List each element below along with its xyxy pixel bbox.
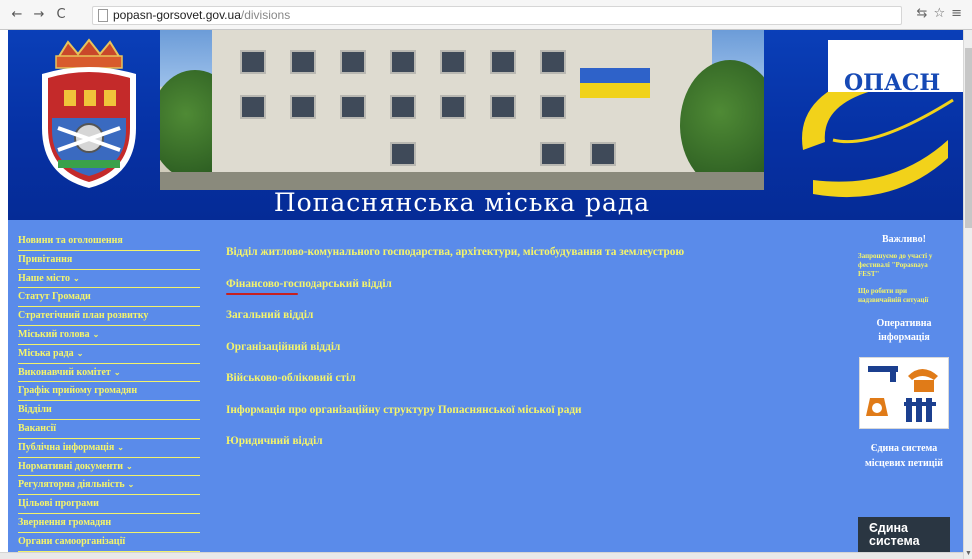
division-link[interactable]: Фінансово-господарський відділ (226, 278, 846, 310)
url-host: popasn-gorsovet.gov.ua (113, 8, 241, 22)
browser-tools: ⇆ ☆ ≡ (911, 6, 962, 21)
petition-system-link[interactable]: Єдина система місцевих петицій (858, 441, 950, 471)
sidebar-item-regulatory[interactable]: Регуляторна діяльність ⌄ (18, 476, 200, 496)
sidebar-item-council[interactable]: Міська рада ⌄ (18, 345, 200, 364)
vertical-scrollbar[interactable]: ▼ (963, 30, 972, 559)
site-title: Попаснянська міська рада (273, 188, 651, 217)
city-crest-icon[interactable] (28, 38, 150, 190)
sidebar-item-our-city[interactable]: Наше місто ⌄ (18, 270, 200, 289)
chevron-down-icon: ⌄ (92, 329, 100, 339)
sidebar-item-divisions[interactable]: Відділи (18, 401, 200, 420)
division-link[interactable]: Юридичний відділ (226, 435, 846, 467)
division-link[interactable]: Відділ житлово-комунального господарства… (226, 246, 846, 278)
address-bar[interactable]: popasn-gorsovet.gov.ua/divisions (92, 6, 902, 25)
sidebar-item-vacancies[interactable]: Вакансії (18, 420, 200, 439)
chevron-down-icon: ⌄ (76, 348, 84, 358)
star-icon[interactable]: ☆ (933, 6, 945, 21)
sidebar-item-schedule[interactable]: Графік прийому громадян (18, 382, 200, 402)
forward-icon[interactable]: → (30, 6, 48, 24)
sidebar-item-statute[interactable]: Статут Громади (18, 288, 200, 308)
sidebar-item-news[interactable]: Новини та оголошення (18, 232, 200, 251)
division-link[interactable]: Інформація про організаційну структуру П… (226, 404, 846, 436)
operative-info-heading: Оперативна інформація (876, 318, 932, 343)
city-hall-photo (160, 30, 764, 190)
menu-icon[interactable]: ≡ (951, 6, 962, 21)
popasna-logo-icon[interactable] (773, 30, 963, 220)
divisions-list: Відділ житлово-комунального господарства… (226, 246, 846, 467)
ukraine-flag-icon (580, 68, 650, 98)
back-icon[interactable]: ← (8, 6, 26, 24)
sidebar-item-appeals[interactable]: Звернення громадян (18, 514, 200, 533)
horizontal-scrollbar[interactable] (0, 552, 963, 559)
sidebar-item-greetings[interactable]: Привітання (18, 251, 200, 270)
division-link[interactable]: Організаційний відділ (226, 341, 846, 373)
site-header: Попаснянська міська рада ОПАСН (8, 30, 963, 220)
chevron-down-icon: ⌄ (113, 367, 121, 377)
scrollbar-thumb[interactable] (965, 48, 972, 228)
sidebar-item-self-organization[interactable]: Органи самоорганізації (18, 533, 200, 552)
sidebar-item-mayor[interactable]: Міський голова ⌄ (18, 326, 200, 345)
logo-text: ОПАСН (844, 70, 941, 96)
red-underline-mark (226, 292, 298, 295)
sidebar-item-programs[interactable]: Цільові програми (18, 495, 200, 514)
division-link[interactable]: Військово-обліковий стіл (226, 372, 846, 404)
page-icon (98, 9, 108, 22)
emergency-link[interactable]: Що робити при надзвичайній ситуації (858, 287, 950, 305)
url-path: /divisions (240, 8, 291, 22)
scroll-down-icon[interactable]: ▼ (965, 549, 972, 557)
sidebar-item-executive[interactable]: Виконавчий комітет ⌄ (18, 364, 200, 383)
chevron-down-icon: ⌄ (127, 480, 135, 490)
division-link[interactable]: Загальний відділ (226, 309, 846, 341)
browser-toolbar: ← → C popasn-gorsovet.gov.ua/divisions ⇆… (0, 0, 972, 30)
chevron-down-icon: ⌄ (126, 461, 133, 471)
sidebar-menu: Новини та оголошення Привітання Наше міс… (18, 232, 200, 552)
sidebar-item-strategy[interactable]: Стратегічний план розвитку (18, 307, 200, 326)
reload-icon[interactable]: C (52, 6, 70, 24)
right-sidebar: Важливо! Запрошуємо до участі у фестивал… (858, 232, 950, 471)
sidebar-item-normative[interactable]: Нормативні документи ⌄ (18, 458, 200, 477)
utilities-icon (866, 366, 938, 422)
important-heading: Важливо! (882, 234, 926, 245)
sidebar-item-public-info[interactable]: Публічна інформація ⌄ (18, 439, 200, 458)
translate-icon[interactable]: ⇆ (917, 6, 928, 21)
festival-link[interactable]: Запрошуємо до участі у фестивалі "Popasn… (858, 252, 950, 279)
content-area: Новини та оголошення Привітання Наше міс… (8, 220, 963, 559)
utilities-banner[interactable] (859, 357, 949, 429)
chevron-down-icon: ⌄ (72, 273, 80, 283)
chevron-down-icon: ⌄ (117, 442, 124, 452)
